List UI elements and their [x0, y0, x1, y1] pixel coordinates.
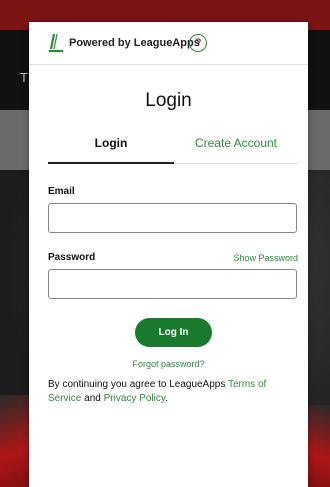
tab-divider	[174, 163, 298, 164]
tab-login[interactable]: Login	[48, 136, 174, 150]
terms-suffix: .	[165, 393, 168, 404]
background-header-text: T	[20, 70, 28, 85]
terms-text: By continuing you agree to LeagueApps Te…	[48, 378, 298, 406]
login-button[interactable]: Log In	[135, 318, 212, 347]
terms-prefix: By continuing you agree to LeagueApps	[48, 379, 228, 390]
forgot-password-link[interactable]: Forgot password?	[29, 359, 308, 369]
page-title: Login	[145, 90, 192, 111]
email-field[interactable]	[48, 203, 297, 233]
login-modal: Powered by LeagueApps ? Login Login Crea…	[29, 22, 308, 487]
password-field[interactable]	[48, 269, 297, 299]
show-password-link[interactable]: Show Password	[233, 253, 298, 263]
terms-middle: and	[81, 393, 104, 404]
leagueapps-logo-icon	[49, 33, 63, 53]
tab-create-account[interactable]: Create Account	[174, 136, 298, 150]
tab-login-active-indicator	[48, 162, 174, 164]
privacy-policy-link[interactable]: Privacy Policy	[104, 393, 166, 404]
password-label: Password	[48, 252, 96, 263]
powered-by-bar: Powered by LeagueApps ?	[29, 22, 308, 65]
help-icon[interactable]: ?	[189, 34, 207, 52]
powered-by-text: Powered by LeagueApps	[69, 37, 200, 49]
email-label: Email	[48, 186, 75, 197]
